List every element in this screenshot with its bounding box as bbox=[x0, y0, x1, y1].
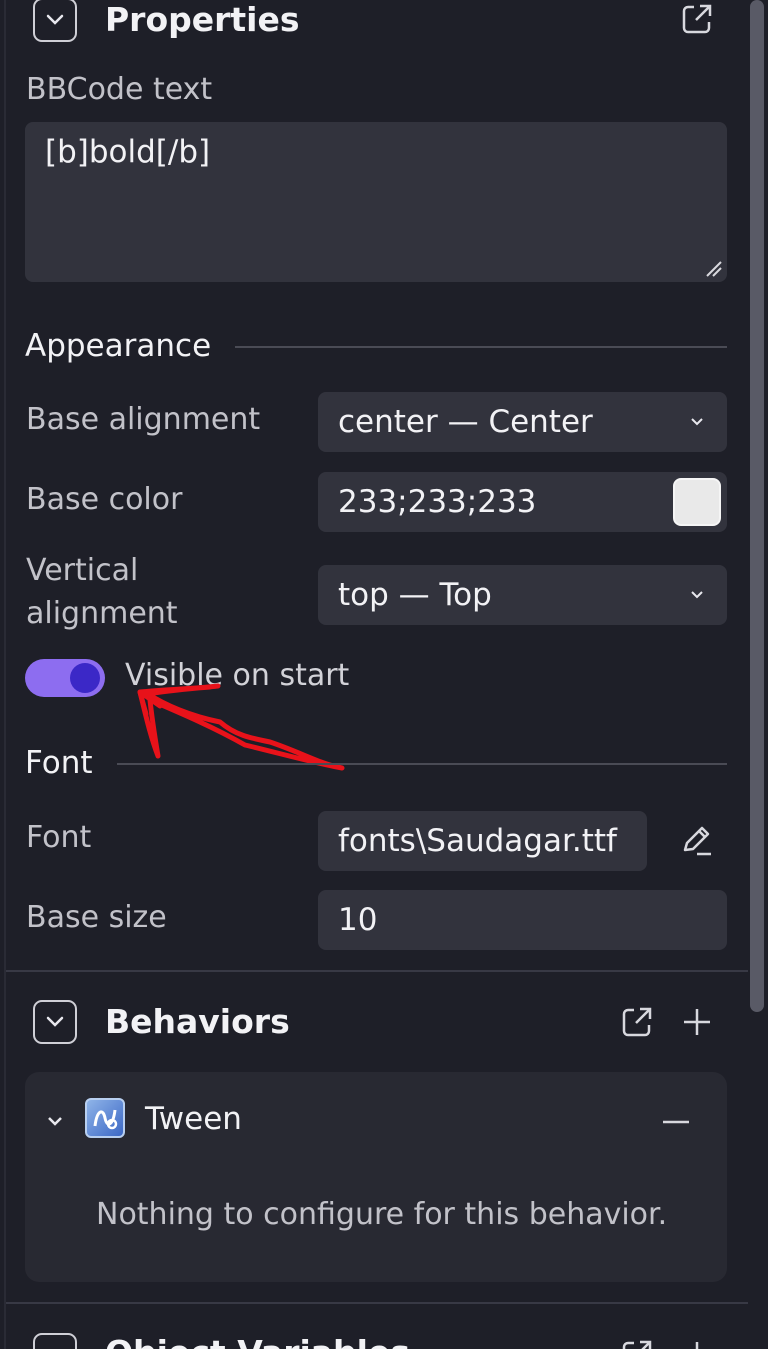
scrollbar-thumb[interactable] bbox=[750, 0, 764, 1012]
section-title-behaviors: Behaviors bbox=[105, 1002, 290, 1041]
pencil-icon bbox=[683, 826, 711, 856]
external-link-icon bbox=[622, 1340, 652, 1349]
font-input[interactable]: fonts\Saudagar.ttf bbox=[318, 811, 647, 871]
font-divider bbox=[117, 763, 727, 765]
section-divider bbox=[6, 970, 748, 972]
remove-behavior-button[interactable] bbox=[661, 1108, 691, 1132]
base-size-value: 10 bbox=[338, 902, 378, 938]
behaviors-collapse-button[interactable] bbox=[33, 1000, 77, 1044]
object-variables-open-external-button[interactable] bbox=[620, 1338, 654, 1349]
behavior-empty-message: Nothing to configure for this behavior. bbox=[96, 1197, 668, 1232]
font-label: Font bbox=[26, 820, 92, 855]
group-title-font: Font bbox=[25, 745, 93, 781]
behaviors-open-external-button[interactable] bbox=[620, 1005, 654, 1043]
minus-icon bbox=[663, 1120, 689, 1124]
base-size-input[interactable]: 10 bbox=[318, 890, 727, 950]
tween-glyph-icon bbox=[93, 1109, 118, 1130]
section-divider bbox=[6, 1302, 748, 1304]
chevron-down-icon bbox=[46, 1016, 64, 1027]
tween-behavior-icon bbox=[85, 1098, 125, 1138]
section-title-object-variables: Object Variables bbox=[105, 1333, 410, 1349]
font-value: fonts\Saudagar.ttf bbox=[338, 823, 617, 859]
font-edit-button[interactable] bbox=[680, 823, 714, 861]
behavior-name: Tween bbox=[145, 1101, 242, 1137]
external-link-icon bbox=[622, 1007, 652, 1037]
object-variables-collapse-button[interactable] bbox=[33, 1333, 77, 1349]
plus-icon bbox=[695, 1342, 699, 1349]
plus-icon bbox=[684, 1009, 710, 1035]
properties-panel: Properties BBCode text [b]bold[/b] Appea… bbox=[0, 0, 768, 1349]
chevron-down-icon[interactable] bbox=[45, 1114, 65, 1130]
behavior-card-tween: Tween Nothing to configure for this beha… bbox=[25, 1072, 727, 1282]
base-size-label: Base size bbox=[26, 900, 167, 935]
add-behavior-button[interactable] bbox=[680, 1005, 714, 1043]
add-object-variable-button[interactable] bbox=[680, 1338, 714, 1349]
